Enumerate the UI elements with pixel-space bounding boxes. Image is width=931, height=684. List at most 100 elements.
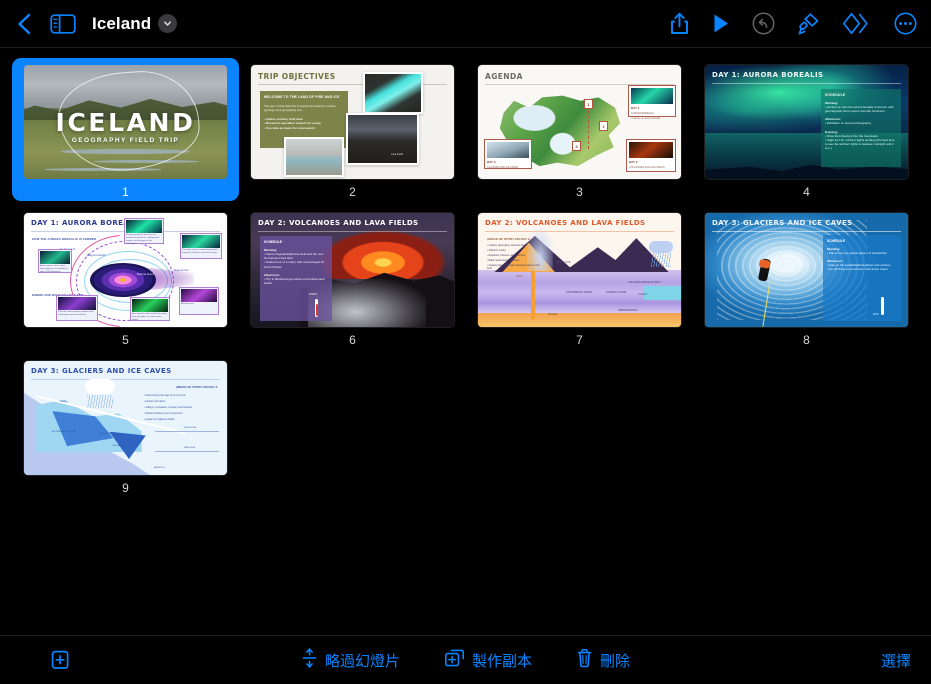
slide-number: 8 (803, 333, 810, 347)
slide9-bullet-2: • Glacier formation (144, 400, 166, 403)
slide4-schedule-box: SCHEDULE Morning: • Lecture on how the a… (821, 89, 901, 167)
slide2-title: TRIP OBJECTIVES (258, 72, 336, 81)
select-button[interactable]: 選擇 (881, 650, 911, 671)
toolbar-right-group (669, 12, 931, 36)
slide-thumbnail-9[interactable]: DAY 3: GLACIERS AND ICE CAVES AREAS OF S… (12, 354, 239, 497)
slide-canvas-2: TRIP OBJECTIVES WELCOME TO THE LAND OF F… (251, 65, 454, 179)
add-slide-icon[interactable] (48, 649, 72, 671)
sidebar-toggle-icon[interactable] (46, 7, 80, 41)
slide-number: 9 (122, 481, 129, 495)
slide3-card3-sub: GLACIERS AND ICE CAVES (487, 166, 518, 169)
slide-number: 2 (349, 185, 356, 199)
slide-thumbnail-7[interactable]: DAY 2: VOLCANOES AND LAVA FIELDS AREAS O… (466, 206, 693, 349)
slide5-caption-3: Aurora green colors come from oxygen at … (40, 265, 68, 273)
slide3-card2-label: DAY 2 (629, 160, 638, 164)
slide6-temperature: 1000°F (309, 293, 318, 296)
slide4-morning-line: • Lecture on how the aurora borealis is … (825, 105, 894, 114)
slide-number: 1 (122, 185, 129, 199)
slide5-caption-5: Best viewed under a dark sky, away from … (132, 313, 167, 321)
slide-thumbnail-4[interactable]: DAY 1: AURORA BOREALIS SCHEDULE Morning:… (693, 58, 920, 201)
slide3-card3-image (487, 142, 529, 158)
slide3-card-day1: DAY 1 AURORA BOREALIS • Lecture on auror… (628, 85, 676, 121)
slide8-morning-line: • Sail across the glacial lagoon of Jöku… (827, 251, 888, 255)
slide7-label-upper-mantle: UPPER MANTLE (618, 309, 638, 312)
slide-thumbnail-5[interactable]: DAY 1: AURORA BOREALIS HOW THE AURORA BO… (12, 206, 239, 349)
slide-canvas-8: DAY 3: GLACIERS AND ICE CAVES SCHEDULE M… (705, 213, 908, 327)
skip-slide-button[interactable]: 略過幻燈片 (301, 647, 400, 673)
delete-label: 刪除 (600, 651, 631, 670)
slide5-photo-6: Auroral ovals (179, 287, 219, 315)
slide-number: 4 (803, 185, 810, 199)
slide-canvas-5: DAY 1: AURORA BOREALIS HOW THE AURORA BO… (24, 213, 227, 327)
slide3-card1-b1: • Lecture on aurora borealis (631, 117, 661, 121)
slide5-photo2-image (182, 235, 220, 248)
bottom-toolbar-actions: 略過幻燈片 製作副本 刪除 (0, 647, 931, 673)
duplicate-button[interactable]: 製作副本 (444, 648, 532, 673)
slide5-magnetosphere (90, 263, 156, 297)
slide-canvas-7: DAY 2: VOLCANOES AND LAVA FIELDS AREAS O… (478, 213, 681, 327)
undo-icon[interactable] (752, 12, 775, 35)
slide3-card3-label: DAY 3 (487, 160, 496, 164)
slide9-level-line-1 (155, 431, 219, 432)
slide5-section-a: HOW THE AURORA BOREALIS IS FORMED (32, 237, 97, 241)
slide4-rule (712, 83, 901, 84)
slide-canvas-6: DAY 2: VOLCANOES AND LAVA FIELDS SCHEDUL… (251, 213, 454, 327)
slide5-photo4-image (58, 297, 96, 310)
bottom-toolbar: 略過幻燈片 製作副本 刪除 選擇 (0, 635, 931, 684)
slide5-photo-4: Collisions with nitrogen produce blue an… (56, 295, 98, 321)
slide7-section-heading: AREAS OF STUDY ON DAY 2: (487, 237, 531, 241)
animate-diamonds-icon[interactable] (842, 12, 872, 35)
slide6-title: DAY 2: VOLCANOES AND LAVA FIELDS (258, 219, 419, 227)
slide3-title: AGENDA (485, 72, 523, 81)
slide-thumbnail-1[interactable]: ICELAND GEOGRAPHY FIELD TRIP 1 (12, 58, 239, 201)
slide5-label-magnetotail: Magnetotail (174, 269, 189, 272)
slide5-photo5-image (132, 299, 168, 312)
slide7-label-oceanic: OCEANIC CRUST (606, 291, 627, 294)
slide3-route-line (588, 105, 589, 149)
slide-grid-canvas: ICELAND GEOGRAPHY FIELD TRIP 1 TRIP OBJE… (0, 48, 931, 635)
ellipsis-circle-icon[interactable] (894, 12, 917, 35)
slide-canvas-3: AGENDA 1 2 3 DAY 1 AURORA BOREALIS • Lec… (478, 65, 681, 179)
share-icon[interactable] (669, 12, 690, 36)
slide6-lava-fountain (320, 224, 446, 280)
play-icon[interactable] (712, 13, 730, 34)
trash-icon (576, 648, 593, 673)
slide7-cloud (649, 241, 673, 253)
slide9-label-crevasses: CREVASSES (112, 445, 126, 447)
slide4-schedule-heading: SCHEDULE (825, 93, 846, 97)
skip-slide-icon (301, 647, 318, 673)
slide5-photo-1: Charged particles from the sun stream to… (124, 218, 164, 245)
slide9-bullet-5: • Impact on adjacent lands (144, 418, 175, 421)
slide7-bullet-2: • Volcanic matter (487, 249, 506, 252)
slide7-bullet-5: • Impacts lava fields and volcanoes have… (487, 264, 540, 271)
slide5-photo3-image (40, 251, 70, 264)
slide9-cloud (84, 379, 115, 395)
slide9-precipitation (86, 395, 113, 409)
slide5-photo-3: Aurora green colors come from oxygen at … (38, 249, 72, 273)
slide9-bullet-4: • Glacier behavior and movement (144, 412, 183, 415)
slide9-label-bedrock: BEDROCK (154, 467, 165, 469)
delete-button[interactable]: 刪除 (576, 648, 630, 673)
slide7-label-lava: LAVA (516, 275, 523, 278)
slide8-rule (712, 231, 901, 232)
slide8-temperature: 32°F (873, 313, 879, 316)
slide9-label-accumulation: ACCUMULATION ZONE (52, 431, 77, 433)
slide5-photo-2: The solar wind is carried along Earth's … (180, 233, 222, 259)
skip-slide-label: 略過幻燈片 (324, 651, 400, 670)
slide9-label-snow: SNOW (60, 401, 67, 403)
slide5-photo1-image (126, 220, 162, 233)
chevron-down-icon[interactable] (158, 14, 178, 33)
slide3-card1-sub: AURORA BOREALIS (631, 112, 654, 115)
paintbrush-icon[interactable] (797, 12, 820, 36)
slide-thumbnail-6[interactable]: DAY 2: VOLCANOES AND LAVA FIELDS SCHEDUL… (239, 206, 466, 349)
slide-thumbnail-3[interactable]: AGENDA 1 2 3 DAY 1 AURORA BOREALIS • Lec… (466, 58, 693, 201)
slide9-level-line-2 (155, 451, 219, 452)
slide6-rule (258, 231, 447, 232)
slide9-label-snowline-right: SNOW LINE (184, 427, 197, 429)
duplicate-icon (444, 648, 465, 673)
slide9-label-sea-level: SEA LEVEL (184, 447, 196, 449)
slide-thumbnail-8[interactable]: DAY 3: GLACIERS AND ICE CAVES SCHEDULE M… (693, 206, 920, 349)
slide8-title: DAY 3: GLACIERS AND ICE CAVES (712, 219, 853, 227)
back-button[interactable] (10, 9, 40, 39)
slide-thumbnail-2[interactable]: TRIP OBJECTIVES WELCOME TO THE LAND OF F… (239, 58, 466, 201)
